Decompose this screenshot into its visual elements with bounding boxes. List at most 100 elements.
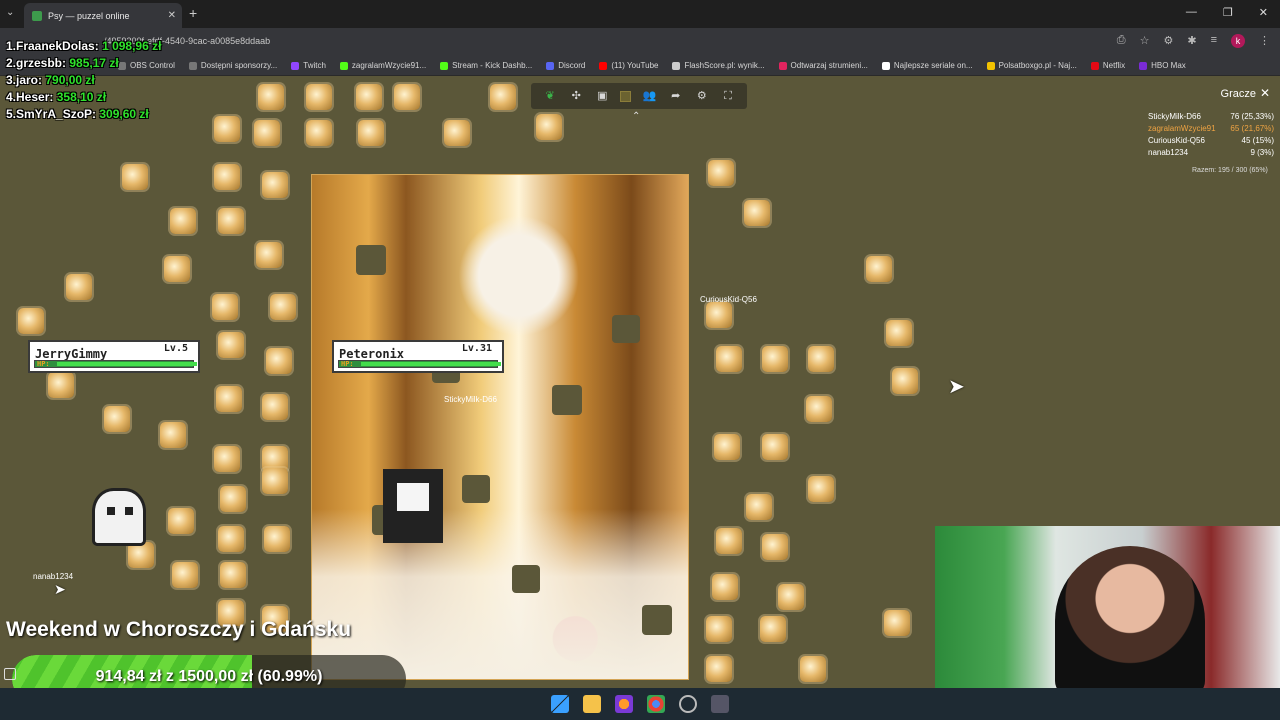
- loose-puzzle-piece[interactable]: [66, 274, 92, 300]
- loose-puzzle-piece[interactable]: [172, 562, 198, 588]
- loose-puzzle-piece[interactable]: [264, 526, 290, 552]
- close-window-icon[interactable]: ✕: [1259, 6, 1268, 19]
- loose-puzzle-piece[interactable]: [760, 616, 786, 642]
- loose-puzzle-piece[interactable]: [168, 508, 194, 534]
- loose-puzzle-piece[interactable]: [394, 84, 420, 110]
- players-panel-close-icon[interactable]: ✕: [1258, 86, 1272, 100]
- loose-puzzle-piece[interactable]: [778, 584, 804, 610]
- loose-puzzle-piece[interactable]: [808, 346, 834, 372]
- extension-icon[interactable]: ⚙: [1163, 34, 1173, 48]
- puzzle-gap[interactable]: [512, 565, 540, 593]
- loose-puzzle-piece[interactable]: [884, 610, 910, 636]
- loose-puzzle-piece[interactable]: [216, 386, 242, 412]
- loose-puzzle-piece[interactable]: [214, 446, 240, 472]
- loose-puzzle-piece[interactable]: [866, 256, 892, 282]
- loose-puzzle-piece[interactable]: [708, 160, 734, 186]
- players-icon[interactable]: 👥: [642, 88, 658, 104]
- new-tab-icon[interactable]: +: [189, 5, 197, 21]
- loose-puzzle-piece[interactable]: [160, 422, 186, 448]
- bookmark-item[interactable]: FlashScore.pl: wynik...: [672, 61, 765, 70]
- media-icon[interactable]: ≡: [1211, 34, 1217, 48]
- loose-puzzle-piece[interactable]: [258, 84, 284, 110]
- square-icon[interactable]: [620, 90, 632, 102]
- loose-puzzle-piece[interactable]: [104, 406, 130, 432]
- puzzle-gap[interactable]: [552, 385, 582, 415]
- loose-puzzle-piece[interactable]: [746, 494, 772, 520]
- fullscreen-icon[interactable]: ⛶: [720, 88, 736, 104]
- puzzle-gap[interactable]: [462, 475, 490, 503]
- obs-icon[interactable]: [679, 695, 697, 713]
- puzzle-gap[interactable]: [642, 605, 672, 635]
- loose-puzzle-piece[interactable]: [306, 120, 332, 146]
- loose-puzzle-piece[interactable]: [164, 256, 190, 282]
- loose-puzzle-piece[interactable]: [218, 526, 244, 552]
- tab-list-icon[interactable]: ⌄: [6, 7, 14, 18]
- windows-start-icon[interactable]: [551, 695, 569, 713]
- loose-puzzle-piece[interactable]: [716, 528, 742, 554]
- loose-puzzle-piece[interactable]: [270, 294, 296, 320]
- loose-puzzle-piece[interactable]: [218, 332, 244, 358]
- loose-puzzle-piece[interactable]: [262, 394, 288, 420]
- loose-puzzle-piece[interactable]: [706, 302, 732, 328]
- loose-puzzle-piece[interactable]: [214, 116, 240, 142]
- minimize-icon[interactable]: —: [1186, 6, 1197, 19]
- loose-puzzle-piece[interactable]: [256, 242, 282, 268]
- image-icon[interactable]: ▣: [594, 88, 610, 104]
- loose-puzzle-piece[interactable]: [18, 308, 44, 334]
- loose-puzzle-piece[interactable]: [170, 208, 196, 234]
- loose-puzzle-piece[interactable]: [762, 534, 788, 560]
- gear-icon[interactable]: ⚙: [694, 88, 710, 104]
- browser-menu-icon[interactable]: ⋮: [1259, 34, 1270, 48]
- bookmark-item[interactable]: Twitch: [291, 61, 326, 70]
- profile-avatar[interactable]: k: [1231, 34, 1245, 48]
- loose-puzzle-piece[interactable]: [266, 348, 292, 374]
- collapse-toolbar-icon[interactable]: ⌃: [632, 111, 640, 122]
- loose-puzzle-piece[interactable]: [254, 120, 280, 146]
- loose-puzzle-piece[interactable]: [122, 164, 148, 190]
- bookmark-item[interactable]: Odtwarzaj strumieni...: [778, 61, 868, 70]
- bookmark-item[interactable]: Dostępni sponsorzy...: [188, 61, 277, 70]
- loose-puzzle-piece[interactable]: [706, 616, 732, 642]
- loose-puzzle-piece[interactable]: [744, 200, 770, 226]
- maximize-icon[interactable]: ❐: [1223, 6, 1233, 19]
- loose-puzzle-piece[interactable]: [490, 84, 516, 110]
- loose-puzzle-piece[interactable]: [886, 320, 912, 346]
- loose-puzzle-piece[interactable]: [712, 574, 738, 600]
- bookmark-item[interactable]: Stream - Kick Dashb...: [440, 61, 532, 70]
- tab-close-icon[interactable]: ✕: [168, 10, 176, 21]
- loose-puzzle-piece[interactable]: [806, 396, 832, 422]
- puzzle-image[interactable]: [311, 174, 689, 680]
- app-icon[interactable]: [711, 695, 729, 713]
- bookmark-item[interactable]: Najlepsze seriale on...: [881, 61, 973, 70]
- loose-puzzle-piece[interactable]: [214, 164, 240, 190]
- loose-puzzle-piece[interactable]: [762, 346, 788, 372]
- browser-tab[interactable]: Psy — puzzel online ✕: [24, 3, 182, 28]
- puzzle-extension-icon[interactable]: ✱: [1187, 34, 1196, 48]
- loose-puzzle-piece[interactable]: [220, 486, 246, 512]
- bookmark-star-icon[interactable]: ☆: [1140, 34, 1150, 48]
- bookmark-item[interactable]: HBO Max: [1139, 61, 1186, 70]
- puzzle-icon[interactable]: ✣: [568, 88, 584, 104]
- bookmark-item[interactable]: Polsatboxgo.pl - Naj...: [986, 61, 1077, 70]
- bookmark-item[interactable]: Discord: [546, 61, 585, 70]
- share-icon[interactable]: ➦: [668, 88, 684, 104]
- bookmark-item[interactable]: Netflix: [1090, 61, 1125, 70]
- loose-puzzle-piece[interactable]: [262, 468, 288, 494]
- loose-puzzle-piece[interactable]: [716, 346, 742, 372]
- loose-puzzle-piece[interactable]: [892, 368, 918, 394]
- puzzle-gap[interactable]: [356, 245, 386, 275]
- loose-puzzle-piece[interactable]: [714, 434, 740, 460]
- firefox-icon[interactable]: [615, 695, 633, 713]
- chat-icon[interactable]: [4, 668, 16, 680]
- puzzle-gap[interactable]: [612, 315, 640, 343]
- loose-puzzle-piece[interactable]: [706, 656, 732, 682]
- loose-puzzle-piece[interactable]: [220, 562, 246, 588]
- bookmark-item[interactable]: (11) YouTube: [599, 61, 658, 70]
- loose-puzzle-piece[interactable]: [800, 656, 826, 682]
- loose-puzzle-piece[interactable]: [212, 294, 238, 320]
- loose-puzzle-piece[interactable]: [536, 114, 562, 140]
- loose-puzzle-piece[interactable]: [48, 372, 74, 398]
- chrome-icon[interactable]: [647, 695, 665, 713]
- bookmark-item[interactable]: zagralamWzycie91...: [339, 61, 426, 70]
- loose-puzzle-piece[interactable]: [358, 120, 384, 146]
